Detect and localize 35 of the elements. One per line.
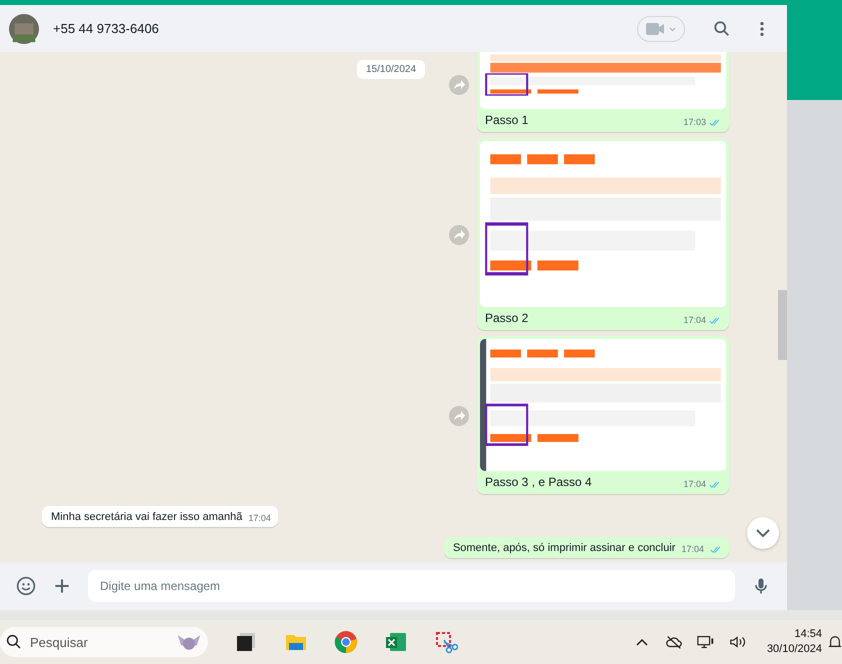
spreadsheet-icon[interactable]: [384, 630, 408, 654]
clock-date: 30/10/2024: [766, 642, 822, 657]
task-view-icon[interactable]: [234, 630, 258, 654]
message-time: 17:03: [683, 117, 706, 127]
message-text: Somente, após, só imprimir assinar e concluir: [452, 542, 676, 554]
speaker-icon[interactable]: [728, 634, 747, 650]
search-icon[interactable]: [713, 20, 731, 38]
chevron-down-icon: [755, 528, 771, 538]
taskbar-clock[interactable]: 14:54 30/10/2024: [766, 627, 822, 657]
image-caption: Passo 1: [485, 113, 530, 127]
image-caption: Passo 3 , e Passo 4: [485, 475, 593, 489]
message-text: Minha secretária vai fazer isso amanhã: [51, 511, 242, 523]
message-input[interactable]: Digite uma mensagem: [88, 570, 735, 602]
message-time: 17:04: [681, 544, 704, 554]
message-time: 17:04: [683, 315, 706, 325]
emoji-icon[interactable]: [16, 576, 36, 596]
taskbar-search-field[interactable]: Pesquisar: [0, 627, 208, 657]
scroll-down-button[interactable]: [747, 517, 779, 549]
image-caption: Passo 2: [485, 311, 530, 325]
snipping-tool-icon[interactable]: [434, 630, 458, 654]
video-camera-icon: [646, 22, 676, 36]
cloud-off-icon[interactable]: [664, 634, 683, 650]
clock-time: 14:54: [794, 627, 822, 642]
browser-icon[interactable]: [334, 630, 358, 654]
message-time: 17:04: [248, 513, 271, 523]
network-icon[interactable]: [696, 634, 715, 650]
date-chip: 15/10/2024: [357, 60, 426, 79]
bell-icon[interactable]: [828, 634, 842, 650]
contact-avatar[interactable]: [9, 14, 39, 44]
image-message[interactable]: Passo 1 17:03: [477, 52, 729, 132]
message-time: 17:04: [683, 479, 706, 489]
contact-name[interactable]: +55 44 9733-6406: [53, 21, 159, 36]
image-message[interactable]: Passo 3 , e Passo 4 17:04: [477, 336, 729, 494]
image-message[interactable]: Passo 2 17:04: [477, 138, 729, 330]
search-icon: [6, 634, 22, 650]
